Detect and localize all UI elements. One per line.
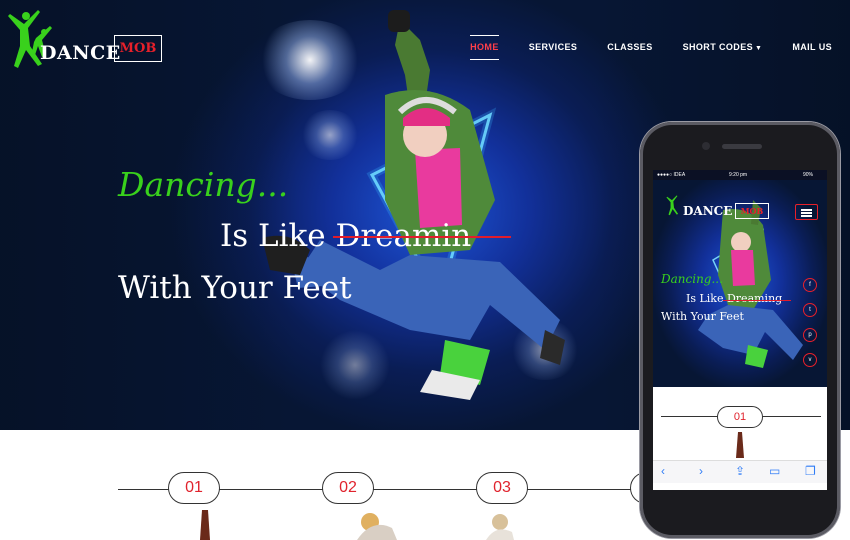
step-badge: 03 <box>476 472 528 504</box>
camera-icon <box>702 142 710 150</box>
mobile-step-badge: 01 <box>717 406 763 428</box>
dancer-logo-icon <box>666 195 679 216</box>
tabs-icon[interactable]: ❐ <box>805 464 816 478</box>
hamburger-menu-button[interactable] <box>795 204 818 220</box>
browser-toolbar: ‹ › ⇪ ▭ ❐ <box>653 460 827 483</box>
nav-home[interactable]: HOME <box>470 35 499 60</box>
dancer-logo-icon <box>8 10 52 68</box>
share-icon[interactable]: ⇪ <box>735 464 745 478</box>
mobile-brand-name: DANCE <box>683 204 733 218</box>
pinterest-icon[interactable]: p <box>803 328 817 342</box>
dancer-thumbnail <box>357 513 397 540</box>
dancer-thumbnail <box>486 514 514 540</box>
mobile-dancer-thumbnail <box>736 432 744 458</box>
main-nav: HOME SERVICES CLASSES SHORT CODES ▼ MAIL … <box>440 35 832 60</box>
hamburger-bar <box>801 212 812 214</box>
mobile-tagline-2: Is Like Dreaming <box>686 292 783 305</box>
nav-services[interactable]: SERVICES <box>529 42 578 52</box>
hero-tagline-3: With Your Feet <box>118 270 352 306</box>
brand-name: DANCE <box>40 42 121 64</box>
mobile-strike-line <box>723 300 791 301</box>
forward-icon[interactable]: › <box>699 464 703 478</box>
mobile-hero: DANCE MOB Dancing... Is Like Dreaming Wi… <box>653 180 827 387</box>
status-time: 9:20 pm <box>729 172 748 178</box>
brand-badge: MOB <box>114 35 162 62</box>
vimeo-icon[interactable]: v <box>803 353 817 367</box>
phone-mockup: ●●●●○ IDEA 9:20 pm 90% DANCE MOB Dancing… <box>640 122 840 538</box>
back-icon[interactable]: ‹ <box>661 464 665 478</box>
status-carrier: ●●●●○ IDEA <box>657 172 686 178</box>
step-badge: 01 <box>168 472 220 504</box>
brand-badge-text: MOB <box>119 41 157 56</box>
bookmarks-icon[interactable]: ▭ <box>769 464 780 478</box>
nav-classes[interactable]: CLASSES <box>607 42 652 52</box>
brand-logo[interactable]: DANCE MOB <box>6 6 166 72</box>
status-battery: 90% <box>803 172 814 178</box>
twitter-icon[interactable]: t <box>803 303 817 317</box>
speaker-grille <box>722 144 762 149</box>
hero-tagline-1: Dancing... <box>118 165 289 204</box>
hamburger-bar <box>801 209 812 211</box>
mobile-brand-badge: MOB <box>735 203 769 219</box>
facebook-icon[interactable]: f <box>803 278 817 292</box>
phone-screen: ●●●●○ IDEA 9:20 pm 90% DANCE MOB Dancing… <box>653 170 827 490</box>
mobile-tagline-3: With Your Feet <box>661 310 744 323</box>
strike-line <box>333 236 511 238</box>
step-badge: 02 <box>322 472 374 504</box>
nav-short-codes-label: SHORT CODES <box>682 42 754 52</box>
hamburger-bar <box>801 215 812 217</box>
status-bar: ●●●●○ IDEA 9:20 pm 90% <box>653 170 827 180</box>
nav-mail-us[interactable]: MAIL US <box>792 42 832 52</box>
nav-short-codes[interactable]: SHORT CODES ▼ <box>683 42 763 52</box>
dancer-thumbnail <box>200 510 210 540</box>
mobile-tagline-1: Dancing... <box>661 272 723 286</box>
caret-down-icon: ▼ <box>755 45 763 52</box>
